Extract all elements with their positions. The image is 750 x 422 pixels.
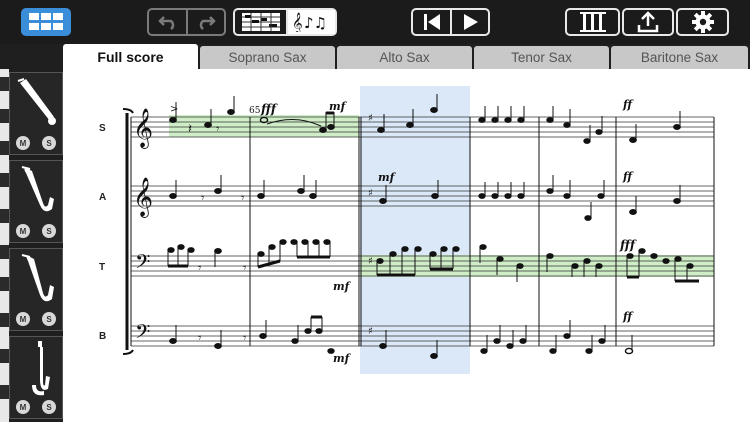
- svg-text:♯: ♯: [368, 256, 373, 267]
- svg-text:𝄾: 𝄾: [201, 191, 205, 206]
- svg-text:𝄢: 𝄢: [135, 250, 150, 278]
- instrument-sidebar: M S M S M S M S: [0, 69, 63, 422]
- mute-button-baritone[interactable]: M: [16, 400, 30, 414]
- baritone-sax-icon: [32, 341, 50, 396]
- part-tabs: Full score Soprano Sax Alto Sax Tenor Sa…: [63, 44, 750, 70]
- dynamic-fff-2: fff: [619, 238, 637, 252]
- view-toggle: 𝄞 ♪♫: [233, 8, 337, 36]
- tab-alto-sax[interactable]: Alto Sax: [337, 46, 472, 69]
- dynamic-ff-2: ff: [622, 170, 634, 183]
- tenor-sax-icon: [21, 254, 54, 302]
- alto-sax-icon: [21, 166, 54, 212]
- piano-keys-strip: [0, 69, 9, 422]
- svg-text:𝄞: 𝄞: [133, 108, 153, 149]
- mute-button-alto[interactable]: M: [16, 224, 30, 238]
- solo-button-alto[interactable]: S: [42, 224, 56, 238]
- redo-icon: [200, 16, 217, 30]
- toolbar: 𝄞 ♪♫: [0, 0, 750, 44]
- undo-button[interactable]: [149, 10, 186, 34]
- tab-baritone-sax[interactable]: Baritone Sax: [611, 46, 748, 69]
- redo-button[interactable]: [186, 10, 224, 34]
- rests: 𝄽 𝄾 𝄾 𝄾 𝄾 𝄾 𝄾 𝄾: [188, 122, 247, 346]
- instrument-card-soprano[interactable]: M S: [9, 72, 63, 155]
- layout-button[interactable]: [21, 8, 71, 36]
- svg-text:𝄾: 𝄾: [198, 261, 202, 276]
- mute-button-soprano[interactable]: M: [16, 136, 30, 150]
- tab-full-score[interactable]: Full score: [63, 44, 198, 70]
- notation-view-button[interactable]: 𝄞 ♪♫: [286, 10, 335, 34]
- dynamic-ff-1: ff: [622, 98, 634, 111]
- tempo-number: 65: [249, 106, 261, 116]
- svg-text:𝄞: 𝄞: [292, 13, 303, 32]
- svg-text:𝄾: 𝄾: [243, 261, 247, 276]
- play-button[interactable]: [450, 10, 488, 34]
- svg-text:𝄽: 𝄽: [188, 122, 192, 137]
- share-button[interactable]: [622, 8, 674, 36]
- play-icon: [464, 14, 479, 30]
- svg-text:𝄾: 𝄾: [216, 122, 220, 137]
- score-svg: 𝄞 𝄞 𝄢 𝄢 𝄽 𝄾 𝄾 𝄾 𝄾 𝄾 𝄾 𝄾 > 65 fff mf ff m…: [122, 86, 715, 374]
- tab-soprano-sax[interactable]: Soprano Sax: [200, 46, 335, 69]
- rewind-icon: [423, 14, 440, 30]
- transport-group: [411, 8, 490, 36]
- svg-text:♪♫: ♪♫: [304, 14, 327, 32]
- solo-button-baritone[interactable]: S: [42, 400, 56, 414]
- svg-text:𝄢: 𝄢: [135, 320, 150, 348]
- score-canvas[interactable]: S A T B 𝄞 𝄞 𝄢 𝄢 𝄽 𝄾 𝄾 𝄾 𝄾 𝄾 𝄾 𝄾 > 65 fff…: [63, 69, 750, 422]
- solo-button-soprano[interactable]: S: [42, 136, 56, 150]
- svg-text:♯: ♯: [368, 326, 373, 337]
- rewind-button[interactable]: [413, 10, 450, 34]
- svg-text:♯: ♯: [368, 113, 373, 124]
- instrument-card-tenor[interactable]: M S: [9, 248, 63, 331]
- svg-text:𝄾: 𝄾: [198, 331, 202, 346]
- settings-button[interactable]: [676, 8, 729, 36]
- gear-icon: [691, 11, 714, 33]
- dynamic-mf-4: mf: [333, 352, 352, 365]
- dynamic-mf-2: mf: [378, 171, 397, 184]
- svg-text:𝄞: 𝄞: [133, 177, 153, 218]
- dynamic-mf-1: mf: [329, 100, 348, 113]
- dynamic-fff-1: fff: [260, 102, 278, 116]
- svg-text:𝄾: 𝄾: [243, 331, 247, 346]
- soprano-sax-icon: [17, 78, 56, 125]
- undo-icon: [157, 16, 174, 30]
- piano-roll-view-button[interactable]: [235, 10, 286, 34]
- app-window: 𝄞 ♪♫ Full score Soprano Sax Alto Sax Ten…: [0, 0, 750, 422]
- instrument-card-alto[interactable]: M S: [9, 160, 63, 243]
- piano-roll-icon: [241, 13, 280, 31]
- svg-text:♯: ♯: [368, 188, 373, 199]
- svg-text:𝄾: 𝄾: [241, 191, 245, 206]
- accent-mark: >: [170, 104, 178, 115]
- mixer-icon: [579, 12, 606, 32]
- music-notes-icon: 𝄞 ♪♫: [292, 13, 327, 32]
- share-icon: [637, 11, 659, 33]
- dynamic-ff-3: ff: [622, 310, 634, 323]
- undo-redo-group: [147, 8, 226, 36]
- mixer-button[interactable]: [565, 8, 620, 36]
- dynamic-mf-3: mf: [333, 280, 352, 293]
- instrument-card-baritone[interactable]: M S: [9, 336, 63, 419]
- clefs: 𝄞 𝄞 𝄢 𝄢: [133, 108, 153, 348]
- solo-button-tenor[interactable]: S: [42, 312, 56, 326]
- grid-layout-icon: [29, 13, 63, 30]
- tab-tenor-sax[interactable]: Tenor Sax: [474, 46, 609, 69]
- mute-button-tenor[interactable]: M: [16, 312, 30, 326]
